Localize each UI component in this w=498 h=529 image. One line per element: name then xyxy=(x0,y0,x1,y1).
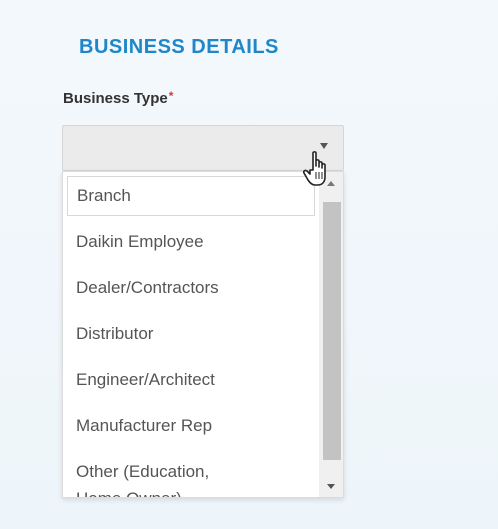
scroll-down-arrow-icon[interactable] xyxy=(327,484,335,489)
business-type-label: Business Type* xyxy=(63,89,174,107)
chevron-down-icon[interactable] xyxy=(320,143,328,149)
business-type-dropdown-list[interactable]: Branch Daikin Employee Dealer/Contractor… xyxy=(62,171,344,498)
scroll-thumb[interactable] xyxy=(323,202,341,460)
option-daikin-employee[interactable]: Daikin Employee xyxy=(67,222,315,262)
business-type-select[interactable] xyxy=(62,125,344,171)
option-other-continued[interactable]: Home Owner) xyxy=(67,479,315,497)
hand-pointer-icon xyxy=(303,151,326,186)
business-type-label-text: Business Type xyxy=(63,90,168,107)
option-branch[interactable]: Branch xyxy=(67,176,315,216)
option-distributor[interactable]: Distributor xyxy=(67,314,315,354)
option-manufacturer-rep[interactable]: Manufacturer Rep xyxy=(67,406,315,446)
dropdown-options: Branch Daikin Employee Dealer/Contractor… xyxy=(63,172,319,497)
option-dealer-contractors[interactable]: Dealer/Contractors xyxy=(67,268,315,308)
section-title: BUSINESS DETAILS xyxy=(79,36,279,58)
business-details-page: BUSINESS DETAILS Business Type* Branch D… xyxy=(0,0,498,529)
required-marker: * xyxy=(168,89,174,103)
dropdown-scrollbar[interactable] xyxy=(319,172,343,497)
option-engineer-architect[interactable]: Engineer/Architect xyxy=(67,360,315,400)
